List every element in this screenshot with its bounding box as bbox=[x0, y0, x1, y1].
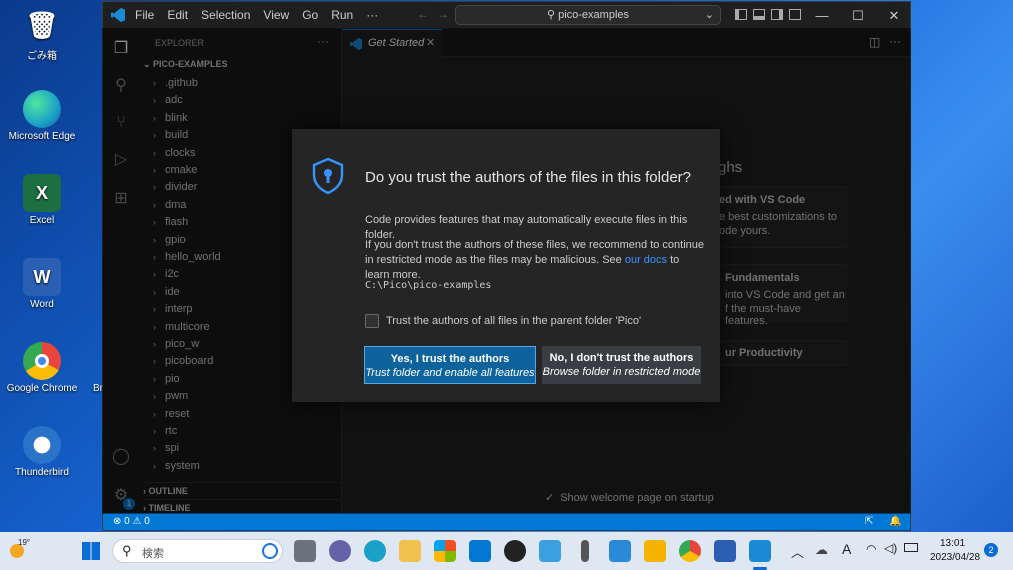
close-button[interactable]: ✕ bbox=[876, 2, 912, 29]
notification-badge[interactable]: 2 bbox=[984, 543, 998, 557]
weather-temp: 19° bbox=[18, 538, 31, 547]
trust-parent-label: Trust the authors of all files in the pa… bbox=[386, 315, 642, 327]
shield-icon bbox=[312, 157, 344, 195]
app-arrow-icon[interactable] bbox=[644, 540, 666, 562]
clock-date[interactable]: 2023/04/28 bbox=[930, 552, 980, 563]
trust-yes-subtitle: Trust folder and enable all features bbox=[365, 367, 535, 379]
live-share-icon[interactable]: ⇱ bbox=[865, 513, 873, 530]
desktop-icon-chrome[interactable]: Google Chrome bbox=[0, 342, 84, 394]
toggle-sidebar-icon[interactable] bbox=[735, 9, 747, 20]
search-icon: ⚲ bbox=[122, 543, 132, 558]
file-explorer-icon[interactable] bbox=[399, 540, 421, 562]
trust-yes-title: Yes, I trust the authors bbox=[390, 353, 510, 365]
wifi-icon[interactable]: ◠ bbox=[866, 542, 876, 556]
menu-view[interactable]: View bbox=[263, 8, 289, 22]
back-arrow-icon[interactable]: ← bbox=[417, 7, 429, 21]
edge-taskbar-icon[interactable] bbox=[364, 540, 386, 562]
desktop-icon-excel[interactable]: X Excel bbox=[0, 174, 84, 226]
thunderbird-icon bbox=[23, 426, 61, 464]
vscode-logo-icon bbox=[111, 8, 125, 22]
trust-no-button[interactable]: No, I don't trust the authors Browse fol… bbox=[542, 346, 701, 384]
chevron-down-icon: ⌄ bbox=[704, 9, 714, 21]
start-button[interactable] bbox=[82, 542, 100, 560]
microphone-icon[interactable] bbox=[581, 540, 589, 562]
customize-layout-icon[interactable] bbox=[789, 9, 801, 20]
store-icon[interactable] bbox=[434, 540, 456, 562]
battery-icon[interactable] bbox=[904, 543, 918, 552]
trust-no-subtitle: Browse folder in restricted mode bbox=[542, 366, 701, 378]
desktop-label: Word bbox=[30, 299, 54, 310]
desktop-icon-edge[interactable]: Microsoft Edge bbox=[0, 90, 84, 142]
problems-indicator[interactable]: ⊗ 0 ⚠ 0 bbox=[113, 513, 150, 530]
menu-bar: File Edit Selection View Go Run ··· bbox=[135, 8, 391, 22]
chrome-taskbar-icon[interactable] bbox=[679, 540, 701, 562]
photos-icon[interactable] bbox=[539, 540, 561, 562]
bing-icon bbox=[262, 543, 278, 559]
taskbar-search-placeholder: 検索 bbox=[142, 548, 164, 560]
clock-time[interactable]: 13:01 bbox=[940, 538, 965, 549]
desktop-icon-recycle-bin[interactable]: 🗑 ごみ箱 bbox=[0, 6, 84, 63]
screen-sketch-icon[interactable] bbox=[609, 540, 631, 562]
desktop-label: ごみ箱 bbox=[27, 51, 57, 62]
trust-yes-button[interactable]: Yes, I trust the authors Trust folder an… bbox=[364, 346, 536, 384]
edge-icon bbox=[23, 90, 61, 128]
menu-go[interactable]: Go bbox=[302, 8, 318, 22]
menu-run[interactable]: Run bbox=[331, 8, 353, 22]
desktop-label: Thunderbird bbox=[15, 467, 69, 478]
desktop-label: Microsoft Edge bbox=[8, 131, 76, 142]
toggle-secondary-sidebar-icon[interactable] bbox=[771, 9, 783, 20]
teams-chat-icon[interactable] bbox=[329, 540, 351, 562]
task-view-icon[interactable] bbox=[294, 540, 316, 562]
desktop-icon-word[interactable]: W Word bbox=[0, 258, 84, 310]
onedrive-icon[interactable]: ☁ bbox=[815, 542, 828, 558]
command-center[interactable]: ⚲ pico-examples ⌄ bbox=[455, 5, 721, 25]
taskbar-search-box[interactable]: ⚲ 検索 bbox=[112, 539, 283, 563]
menu-selection[interactable]: Selection bbox=[201, 8, 250, 22]
vscode-taskbar-icon[interactable] bbox=[749, 540, 771, 562]
tray-chevron-icon[interactable]: ︿ bbox=[791, 542, 804, 561]
ime-indicator[interactable]: A bbox=[842, 541, 851, 557]
menu-more[interactable]: ··· bbox=[366, 8, 378, 22]
trust-parent-checkbox[interactable] bbox=[365, 314, 379, 328]
excel-icon: X bbox=[23, 174, 61, 212]
docs-link[interactable]: our docs bbox=[625, 254, 667, 266]
workspace-trust-dialog: Do you trust the authors of the files in… bbox=[292, 129, 720, 402]
folder-path: C:\Pico\pico-examples bbox=[365, 280, 492, 291]
command-center-label: pico-examples bbox=[558, 9, 630, 21]
menu-edit[interactable]: Edit bbox=[167, 8, 188, 22]
status-bar: ⊗ 0 ⚠ 0 ⇱ 🔔 bbox=[103, 513, 910, 530]
recycle-bin-icon: 🗑 bbox=[25, 9, 59, 40]
desktop-label: Excel bbox=[29, 215, 55, 226]
toggle-panel-icon[interactable] bbox=[753, 9, 765, 20]
minimize-button[interactable]: — bbox=[804, 2, 840, 29]
dell-icon[interactable] bbox=[504, 540, 526, 562]
menu-file[interactable]: File bbox=[135, 8, 154, 22]
maximize-button[interactable]: ☐ bbox=[840, 2, 876, 29]
chrome-icon bbox=[23, 342, 61, 380]
search-icon: ⚲ bbox=[546, 9, 559, 21]
word-icon: W bbox=[23, 258, 61, 296]
desktop-icon-thunderbird[interactable]: Thunderbird bbox=[0, 426, 84, 478]
notifications-bell-icon[interactable]: 🔔 bbox=[889, 513, 901, 530]
desktop-label: Google Chrome bbox=[6, 383, 78, 394]
titlebar: File Edit Selection View Go Run ··· ← → ⚲ pico… bbox=[103, 2, 910, 29]
trust-no-title: No, I don't trust the authors bbox=[549, 352, 694, 364]
dialog-title: Do you trust the authors of the files in… bbox=[365, 169, 692, 186]
mail-icon[interactable] bbox=[469, 540, 491, 562]
forward-arrow-icon[interactable]: → bbox=[437, 7, 449, 21]
windows-taskbar: 19° ⚲ 検索 ︿ ☁ A ◠ ◁) 13:01 2023/04/28 2 bbox=[0, 532, 1013, 570]
volume-icon[interactable]: ◁) bbox=[884, 541, 897, 555]
word-taskbar-icon[interactable] bbox=[714, 540, 736, 562]
dialog-para-2: If you don't trust the authors of these … bbox=[365, 238, 705, 283]
